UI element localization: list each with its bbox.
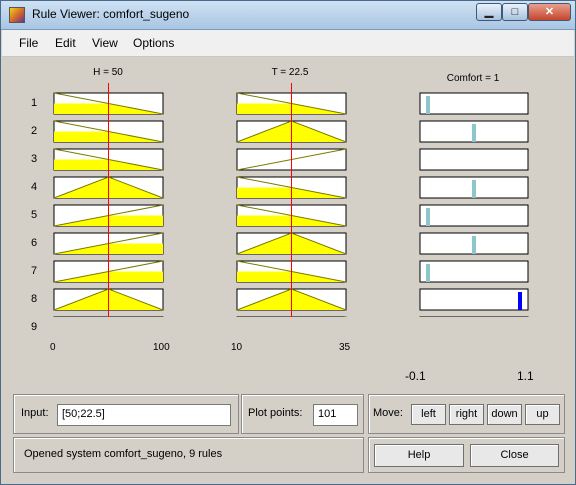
input2-min-label: 10 <box>231 342 243 353</box>
input1-min-label: 0 <box>50 342 56 353</box>
close-button[interactable]: Close <box>470 444 559 467</box>
maximize-button[interactable]: □ <box>502 3 528 21</box>
close-icon: ✕ <box>544 6 555 18</box>
rule-plots[interactable] <box>2 57 574 317</box>
status-panel: Opened system comfort_sugeno, 9 rules <box>13 437 364 473</box>
move-panel: Move: left right down up <box>368 394 565 434</box>
input-panel: Input: [50;22.5] <box>13 394 239 434</box>
menu-file[interactable]: File <box>19 36 38 50</box>
rule-7-output-bar <box>426 264 430 282</box>
input-label: Input: <box>21 407 49 419</box>
matlab-icon <box>9 7 25 23</box>
menu-view[interactable]: View <box>92 36 118 50</box>
rule-5-output-box <box>419 204 529 227</box>
input-field[interactable]: [50;22.5] <box>57 404 231 426</box>
rule-1-output-box <box>419 92 529 115</box>
window-title: Rule Viewer: comfort_sugeno <box>32 7 190 21</box>
help-button[interactable]: Help <box>374 444 464 467</box>
input2-max-label: 35 <box>339 342 351 353</box>
rule-1-output-bar <box>426 96 430 114</box>
rule-4-output-bar <box>472 180 476 198</box>
rule-7-output-box <box>419 260 529 283</box>
rule-viewer-window: Rule Viewer: comfort_sugeno ▁ □ ✕ File E… <box>0 0 576 485</box>
output-max-label: 1.1 <box>517 369 534 383</box>
rule-5-output-bar <box>426 208 430 226</box>
rule-3-output-box <box>419 148 529 171</box>
action-panel: Help Close <box>368 437 565 473</box>
move-label: Move: <box>373 407 403 419</box>
close-window-button[interactable]: ✕ <box>528 3 571 21</box>
rule-8-output-box <box>419 288 529 311</box>
minimize-button[interactable]: ▁ <box>476 3 502 21</box>
menu-edit[interactable]: Edit <box>55 36 76 50</box>
move-left-button[interactable]: left <box>411 404 446 425</box>
rule-number-9: 9 <box>30 321 38 333</box>
status-text: Opened system comfort_sugeno, 9 rules <box>24 448 223 460</box>
move-right-button[interactable]: right <box>449 404 484 425</box>
minimize-icon: ▁ <box>484 6 494 18</box>
input1-max-label: 100 <box>153 342 170 353</box>
move-down-button[interactable]: down <box>487 404 522 425</box>
rule-6-output-bar <box>472 236 476 254</box>
rule-8-output-bar <box>518 292 522 310</box>
plot-points-field[interactable]: 101 <box>313 404 358 426</box>
rule-2-output-bar <box>472 124 476 142</box>
client-area: H = 50 T = 22.5 Comfort = 1 123456789 0 … <box>2 57 574 484</box>
output-min-label: -0.1 <box>405 369 426 383</box>
plot-points-panel: Plot points: 101 <box>241 394 364 434</box>
menu-bar: File Edit View Options <box>2 30 574 57</box>
maximize-icon: □ <box>511 6 519 18</box>
menu-options[interactable]: Options <box>133 36 174 50</box>
plot-points-label: Plot points: <box>248 407 303 419</box>
title-bar[interactable]: Rule Viewer: comfort_sugeno ▁ □ ✕ <box>1 1 575 30</box>
move-up-button[interactable]: up <box>525 404 560 425</box>
